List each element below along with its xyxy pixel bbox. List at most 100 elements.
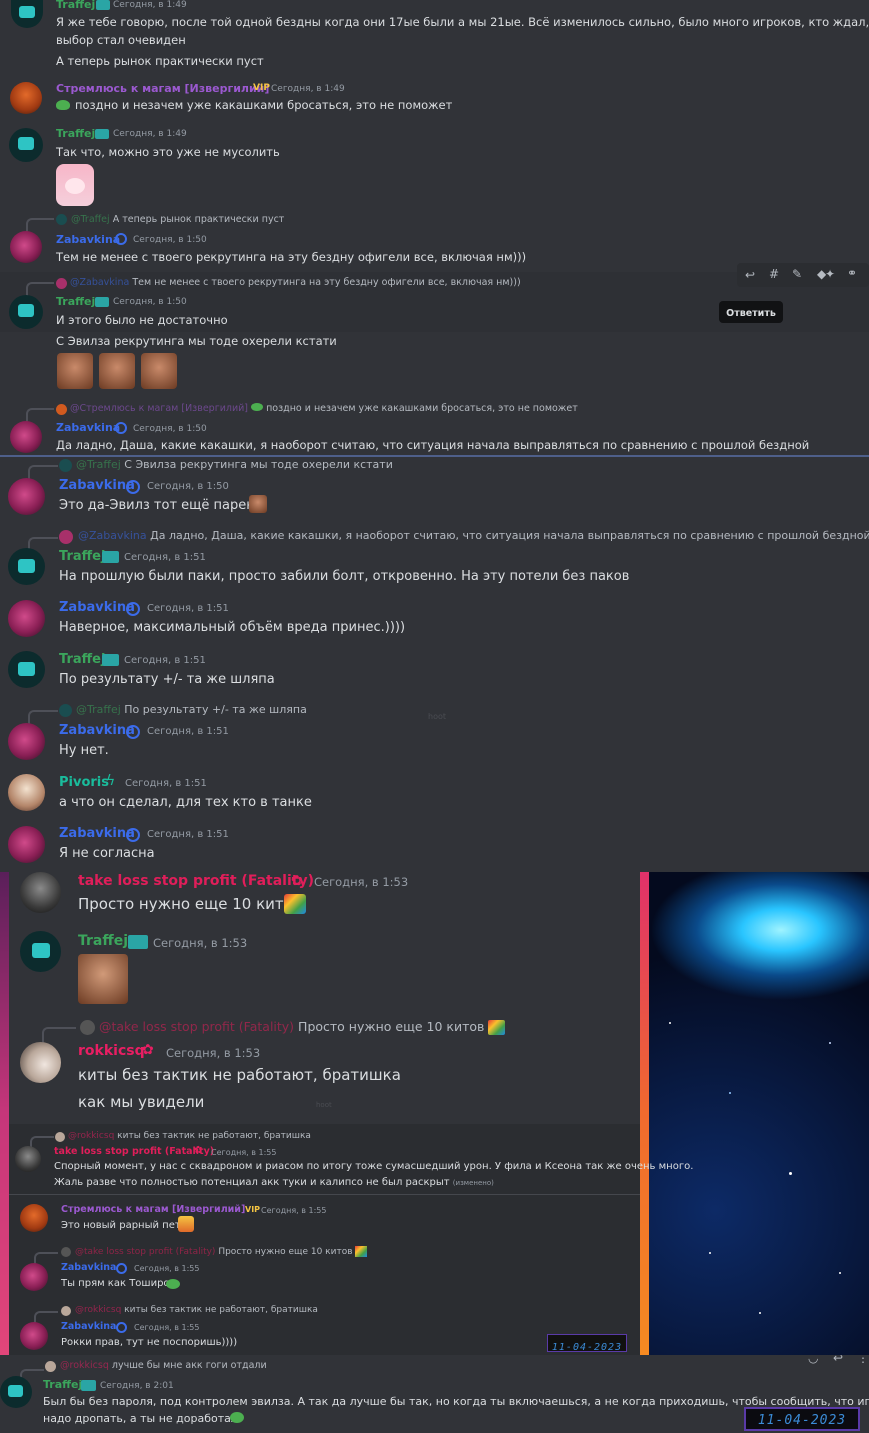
message-m3[interactable]: Traffej Сегодня, в 1:49 Так что, можно э…	[0, 124, 869, 214]
avatar-traffej[interactable]	[0, 1376, 32, 1408]
avatar-traffej[interactable]	[11, 0, 43, 28]
message-n6[interactable]: Pivoris ϟ Сегодня, в 1:51 а что он сдела…	[0, 773, 869, 823]
timestamp: Сегодня, в 1:49	[271, 84, 345, 94]
author-name[interactable]: Zabavkina	[61, 1262, 116, 1273]
author-name[interactable]: Traffej	[59, 652, 105, 667]
message-q1[interactable]: @rokkicsq киты без тактик не работают, б…	[0, 1130, 869, 1194]
verified-badge-icon	[126, 828, 140, 842]
message-n1[interactable]: @Traffej С Эвилза рекрутинга мы тоде охе…	[0, 457, 869, 522]
message-q4[interactable]: @rokkicsq киты без тактик не работают, б…	[0, 1304, 869, 1354]
avatar-traffej[interactable]	[8, 548, 45, 585]
author-name[interactable]: Traffej	[56, 127, 95, 140]
author-name[interactable]: Zabavkina	[61, 1321, 116, 1332]
reply-author: @take loss stop profit (Fatality)	[99, 1019, 295, 1034]
avatar-traffej[interactable]	[8, 651, 45, 688]
reply-preview[interactable]: @take loss stop profit (Fatality) Просто…	[75, 1246, 368, 1257]
author-name[interactable]: Traffej	[43, 1378, 82, 1391]
message-n2[interactable]: @Zabavkina Да ладно, Даша, какие какашки…	[0, 528, 869, 596]
nested-top-border	[9, 1194, 640, 1195]
author-name[interactable]: Traffej	[59, 549, 105, 564]
avatar-stremlyus[interactable]	[10, 82, 42, 114]
author-name[interactable]: Traffej	[78, 933, 128, 949]
author-name[interactable]: Стремлюсь к магам [Извергилий]	[61, 1204, 245, 1215]
message-n7[interactable]: Zabavkina Сегодня, в 1:51 Я не согласна	[0, 825, 869, 872]
message-q2[interactable]: Стремлюсь к магам [Извергилий] VIP Сегод…	[0, 1202, 869, 1244]
message-n3[interactable]: Zabavkina Сегодня, в 1:51 Наверное, макс…	[0, 599, 869, 649]
reply-preview[interactable]: @Стремлюсь к магам [Извергилий] поздно и…	[70, 403, 578, 414]
reply-preview[interactable]: @Traffej А теперь рынок практически пуст	[71, 214, 284, 225]
robot-badge-icon	[128, 935, 148, 949]
message-r1[interactable]: @rokkicsq лучше бы мне акк гоги отдали T…	[0, 1360, 869, 1433]
reply-preview[interactable]: @Traffej По результату +/- та же шляпа	[76, 703, 307, 716]
avatar-fatality[interactable]	[15, 1146, 41, 1172]
reply-preview[interactable]: @Zabavkina Да ладно, Даша, какие какашки…	[78, 529, 869, 542]
avatar-traffej[interactable]	[9, 128, 43, 162]
message-p1[interactable]: take loss stop profit (Fatality) ✿ Сегод…	[0, 872, 869, 928]
reply-preview[interactable]: @Zabavkina Тем не менее с твоего рекрути…	[70, 277, 521, 288]
avatar-pivoris[interactable]	[8, 774, 45, 811]
timestamp: Сегодня, в 1:50	[147, 481, 229, 492]
author-name[interactable]: Zabavkina	[56, 233, 120, 246]
reply-preview[interactable]: @take loss stop profit (Fatality) Просто…	[99, 1019, 506, 1035]
reply-author: @rokkicsq	[68, 1131, 115, 1141]
avatar-zabavkina[interactable]	[10, 421, 42, 453]
avatar-stremlyus[interactable]	[20, 1204, 48, 1232]
chat-segment-3: take loss stop profit (Fatality) ✿ Сегод…	[0, 872, 869, 1355]
message-text: Ты прям как Тоширо	[61, 1278, 170, 1289]
reply-author: @Стремлюсь к магам [Извергилий]	[70, 403, 248, 414]
author-name[interactable]: Traffej	[56, 0, 95, 11]
message-m2[interactable]: Стремлюсь к магам [Извергилий] VIP Сегод…	[0, 80, 869, 120]
date-stamp: 11-04-2023	[744, 1407, 860, 1431]
author-name[interactable]: Стремлюсь к магам [Извергилий]	[56, 82, 269, 95]
sprout-badge-icon: ✿	[194, 1145, 203, 1156]
avatar-fatality[interactable]	[20, 872, 61, 913]
avatar-zabavkina[interactable]	[8, 600, 45, 637]
message-p2[interactable]: Traffej Сегодня, в 1:53	[0, 930, 869, 1010]
reply-author: @Zabavkina	[70, 277, 130, 288]
reply-author: @Traffej	[76, 458, 121, 471]
message-q3[interactable]: @take loss stop profit (Fatality) Просто…	[0, 1245, 869, 1297]
avatar-rokkicsq[interactable]	[20, 1042, 61, 1083]
author-name[interactable]: Zabavkina	[59, 600, 135, 615]
reply-preview[interactable]: @rokkicsq киты без тактик не работают, б…	[75, 1305, 318, 1315]
reply-avatar-icon	[45, 1361, 56, 1372]
message-n4[interactable]: Traffej Сегодня, в 1:51 По результату +/…	[0, 650, 869, 700]
author-name[interactable]: rokkicsq	[78, 1043, 145, 1059]
avatar-traffej[interactable]	[9, 295, 43, 329]
author-name[interactable]: Zabavkina	[59, 826, 135, 841]
author-name[interactable]: take loss stop profit (Fatality)	[78, 873, 314, 889]
chat-segment-1: Traffej Сегодня, в 1:49 Я же тебе говорю…	[0, 0, 869, 455]
reply-preview[interactable]: @rokkicsq киты без тактик не работают, б…	[68, 1131, 311, 1141]
author-name[interactable]: Traffej	[56, 295, 95, 308]
avatar-zabavkina[interactable]	[20, 1263, 48, 1291]
reply-preview[interactable]: @Traffej С Эвилза рекрутинга мы тоде охе…	[76, 458, 393, 471]
message-m5[interactable]: @Zabavkina Тем не менее с твоего рекрути…	[0, 276, 869, 396]
lightning-badge-icon: ϟ	[106, 773, 116, 789]
author-name[interactable]: Zabavkina	[56, 421, 120, 434]
message-text: Ну нет.	[59, 743, 109, 758]
frog-emoji-icon	[230, 1412, 244, 1423]
avatar-zabavkina[interactable]	[10, 231, 42, 263]
message-m6[interactable]: @Стремлюсь к магам [Извергилий] поздно и…	[0, 402, 869, 455]
message-n5[interactable]: @Traffej По результату +/- та же шляпа h…	[0, 702, 869, 764]
message-text: выбор стал очевиден	[56, 33, 186, 47]
author-name[interactable]: Zabavkina	[59, 478, 135, 493]
timestamp: Сегодня, в 1:51	[147, 726, 229, 737]
reply-text: лучше бы мне акк гоги отдали	[111, 1360, 267, 1371]
reply-preview[interactable]: @rokkicsq лучше бы мне акк гоги отдали	[60, 1360, 267, 1371]
message-m4[interactable]: @Traffej А теперь рынок практически пуст…	[0, 212, 869, 268]
avatar-zabavkina[interactable]	[20, 1322, 48, 1350]
avatar-traffej[interactable]	[20, 931, 61, 972]
message-m1[interactable]: Traffej Сегодня, в 1:49 Я же тебе говорю…	[0, 0, 869, 72]
author-name[interactable]: Zabavkina	[59, 723, 135, 738]
avatar-zabavkina[interactable]	[8, 478, 45, 515]
message-p3[interactable]: @take loss stop profit (Fatality) Просто…	[0, 1017, 869, 1117]
anime-girl-sticker[interactable]	[56, 164, 94, 206]
avatar-zabavkina[interactable]	[8, 826, 45, 863]
avatar-zabavkina[interactable]	[8, 723, 45, 760]
author-name[interactable]: take loss stop profit (Fatality)	[54, 1146, 214, 1157]
reply-text: поздно и незачем уже какашками бросаться…	[266, 403, 578, 414]
robot-badge-icon	[96, 0, 110, 10]
author-name[interactable]: Pivoris	[59, 775, 109, 790]
timestamp: Сегодня, в 1:50	[133, 424, 207, 434]
